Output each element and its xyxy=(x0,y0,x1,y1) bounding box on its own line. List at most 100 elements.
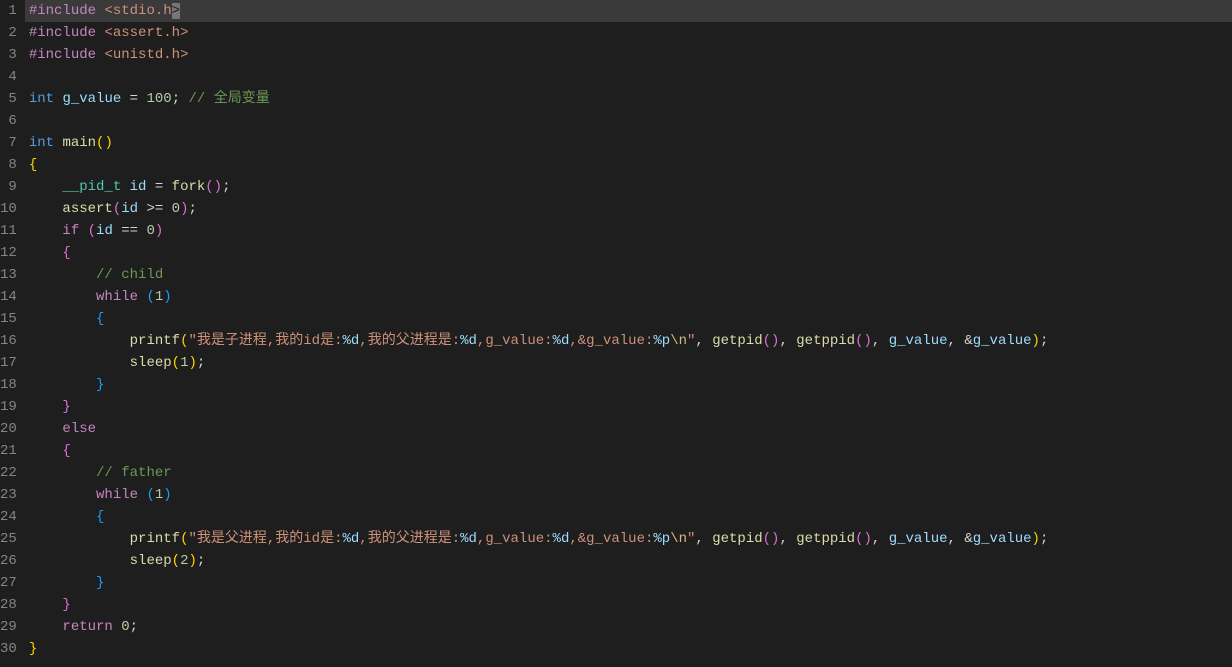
code-line[interactable]: } xyxy=(25,374,1232,396)
code-line[interactable]: { xyxy=(25,242,1232,264)
paren-token: () xyxy=(855,333,872,349)
code-line[interactable]: while (1) xyxy=(25,286,1232,308)
code-line[interactable]: // father xyxy=(25,462,1232,484)
brace-token: { xyxy=(62,443,70,459)
code-line[interactable]: while (1) xyxy=(25,484,1232,506)
paren-token: () xyxy=(763,531,780,547)
code-line[interactable]: { xyxy=(25,440,1232,462)
code-line[interactable]: { xyxy=(25,506,1232,528)
operator-token: = xyxy=(121,91,146,107)
comma-token: , xyxy=(779,333,796,349)
format-token: %d xyxy=(342,333,359,349)
identifier-token: g_value xyxy=(62,91,121,107)
code-line[interactable] xyxy=(25,66,1232,88)
paren-token: ( xyxy=(146,487,154,503)
function-token: getppid xyxy=(796,531,855,547)
preprocessor-token: #include xyxy=(29,25,96,41)
code-line[interactable] xyxy=(25,110,1232,132)
line-num: 20 xyxy=(0,418,17,440)
line-num: 18 xyxy=(0,374,17,396)
format-token: %d xyxy=(553,333,570,349)
include-path-token: stdio.h xyxy=(113,3,172,19)
code-line[interactable]: sleep(2); xyxy=(25,550,1232,572)
indent xyxy=(29,333,130,349)
function-token: sleep xyxy=(130,553,172,569)
indent xyxy=(29,267,96,283)
code-line[interactable]: int main() xyxy=(25,132,1232,154)
brace-token: { xyxy=(96,509,104,525)
function-token: getppid xyxy=(796,333,855,349)
paren-token: ( xyxy=(172,553,180,569)
code-content[interactable]: #include <stdio.h> #include <assert.h> #… xyxy=(25,0,1232,667)
code-line[interactable]: assert(id >= 0); xyxy=(25,198,1232,220)
format-token: %p xyxy=(653,531,670,547)
number-token: 1 xyxy=(155,289,163,305)
line-num: 11 xyxy=(0,220,17,242)
indent xyxy=(29,399,63,415)
code-line[interactable]: else xyxy=(25,418,1232,440)
code-line[interactable]: // child xyxy=(25,264,1232,286)
code-line[interactable]: #include <assert.h> xyxy=(25,22,1232,44)
comma-token: , xyxy=(695,531,712,547)
line-num: 16 xyxy=(0,330,17,352)
code-line[interactable]: } xyxy=(25,594,1232,616)
paren-token: ) xyxy=(155,223,163,239)
code-line[interactable]: #include <unistd.h> xyxy=(25,44,1232,66)
preprocessor-token: #include xyxy=(29,47,96,63)
indent xyxy=(29,619,63,635)
comma-token: , xyxy=(872,531,889,547)
line-num: 12 xyxy=(0,242,17,264)
line-num: 14 xyxy=(0,286,17,308)
paren-token: ) xyxy=(1032,531,1040,547)
code-line[interactable]: printf("我是子进程,我的id是:%d,我的父进程是:%d,g_value… xyxy=(25,330,1232,352)
code-line[interactable]: if (id == 0) xyxy=(25,220,1232,242)
line-num: 9 xyxy=(0,176,17,198)
code-editor[interactable]: 1 2 3 4 5 6 7 8 9 10 11 12 13 14 15 16 1… xyxy=(0,0,1232,667)
comment-token: // child xyxy=(96,267,163,283)
format-token: %d xyxy=(342,531,359,547)
line-num: 26 xyxy=(0,550,17,572)
line-num: 19 xyxy=(0,396,17,418)
string-token: 我是子进程,我的id是: xyxy=(197,333,343,349)
code-line[interactable]: #include <stdio.h> xyxy=(25,0,1232,22)
function-token: fork xyxy=(172,179,206,195)
code-line[interactable]: { xyxy=(25,154,1232,176)
line-num: 1 xyxy=(0,0,17,22)
number-token: 0 xyxy=(172,201,180,217)
identifier-token: g_value xyxy=(973,531,1032,547)
brace-token: { xyxy=(29,157,37,173)
paren-token: ( xyxy=(88,223,96,239)
function-token: assert xyxy=(62,201,112,217)
include-path-token: > xyxy=(180,47,188,63)
paren-token: () xyxy=(763,333,780,349)
code-line[interactable]: } xyxy=(25,572,1232,594)
space xyxy=(113,619,121,635)
code-line[interactable]: } xyxy=(25,396,1232,418)
include-path-token: assert.h xyxy=(113,25,180,41)
code-line[interactable]: int g_value = 100; // 全局变量 xyxy=(25,88,1232,110)
paren-token: ( xyxy=(172,355,180,371)
code-line[interactable]: __pid_t id = fork(); xyxy=(25,176,1232,198)
semicolon-token: ; xyxy=(130,619,138,635)
format-token: %p xyxy=(653,333,670,349)
string-token: ,我的父进程是: xyxy=(359,531,460,547)
code-line[interactable]: sleep(1); xyxy=(25,352,1232,374)
code-line[interactable]: { xyxy=(25,308,1232,330)
string-token: ,&g_value: xyxy=(569,531,653,547)
identifier-token: id xyxy=(130,179,147,195)
number-token: 0 xyxy=(146,223,154,239)
line-num: 21 xyxy=(0,440,17,462)
code-line[interactable]: printf("我是父进程,我的id是:%d,我的父进程是:%d,g_value… xyxy=(25,528,1232,550)
indent xyxy=(29,311,96,327)
comment-token: // 全局变量 xyxy=(189,91,270,107)
code-line[interactable]: } xyxy=(25,638,1232,660)
brace-token: { xyxy=(62,245,70,261)
string-token: ,g_value: xyxy=(477,531,553,547)
identifier-token: g_value xyxy=(973,333,1032,349)
code-line[interactable]: return 0; xyxy=(25,616,1232,638)
keyword-token: int xyxy=(29,91,54,107)
line-num: 17 xyxy=(0,352,17,374)
line-num: 5 xyxy=(0,88,17,110)
operator-token: >= xyxy=(138,201,172,217)
keyword-token: if xyxy=(62,223,79,239)
